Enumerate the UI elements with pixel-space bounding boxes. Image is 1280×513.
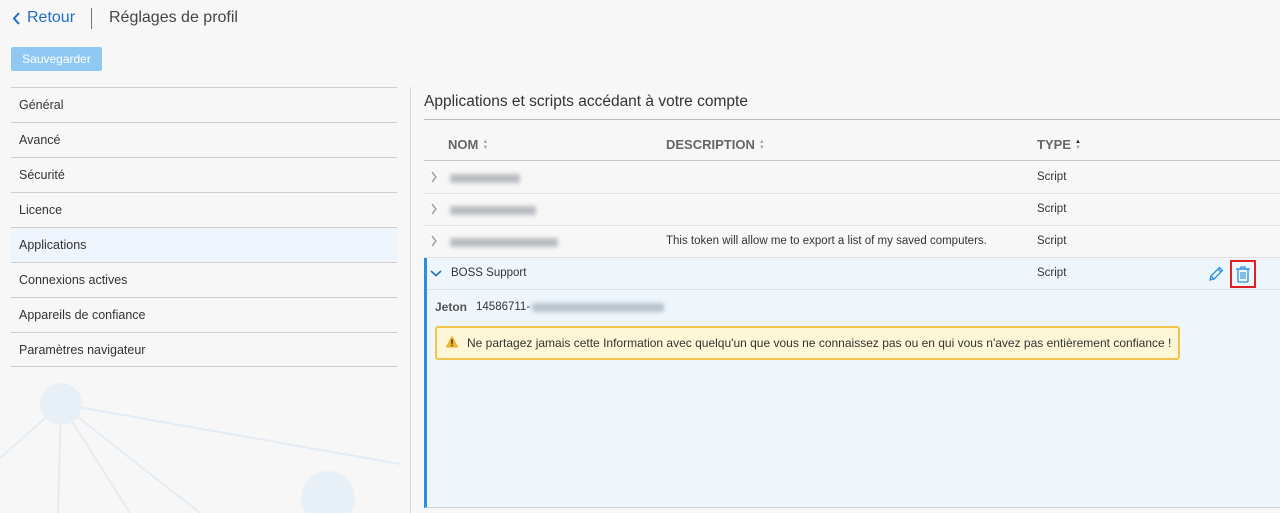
token-field: Jeton 14586711- xyxy=(435,300,665,314)
warning-banner: Ne partagez jamais cette Information ave… xyxy=(435,326,1180,360)
sidebar-item-browser-settings[interactable]: Paramètres navigateur xyxy=(11,332,397,367)
sidebar-item-license[interactable]: Licence xyxy=(11,192,397,227)
chevron-down-icon[interactable] xyxy=(430,268,442,280)
sort-icon: ▲ ▼ xyxy=(482,138,489,151)
back-link[interactable]: Retour xyxy=(12,9,75,27)
sidebar-item-applications[interactable]: Applications xyxy=(11,227,397,262)
sidebar-item-active-connections[interactable]: Connexions actives xyxy=(11,262,397,297)
warning-text: Ne partagez jamais cette Information ave… xyxy=(467,336,1172,350)
row-type: Script xyxy=(1037,235,1067,247)
chevron-right-icon[interactable] xyxy=(430,235,438,250)
column-name-label: NOM xyxy=(448,137,479,152)
trash-icon[interactable] xyxy=(1230,260,1256,288)
column-header-type[interactable]: TYPE ▲ ▼ xyxy=(1037,137,1081,152)
top-bar: Retour Réglages de profil xyxy=(0,0,1280,38)
column-description-label: DESCRIPTION xyxy=(666,137,755,152)
section-title: Applications et scripts accédant à votre… xyxy=(424,93,748,110)
expanded-row-name: BOSS Support xyxy=(451,267,527,279)
token-value: 14586711- xyxy=(476,301,531,313)
page-title: Réglages de profil xyxy=(109,9,238,26)
save-button[interactable]: Sauvegarder xyxy=(11,47,102,71)
expanded-row-panel: BOSS Support Script Jeton 14586711- Ne p… xyxy=(424,258,1280,508)
sidebar-item-trusted-devices[interactable]: Appareils de confiance xyxy=(11,297,397,332)
chevron-right-icon[interactable] xyxy=(430,171,438,186)
chevron-right-icon[interactable] xyxy=(430,203,438,218)
row-type: Script xyxy=(1037,203,1067,215)
sort-icon: ▲ ▼ xyxy=(758,138,765,151)
row-description: This token will allow me to export a lis… xyxy=(666,235,987,247)
content-separator xyxy=(410,87,411,513)
column-header-description[interactable]: DESCRIPTION ▲ ▼ xyxy=(666,137,765,152)
back-label: Retour xyxy=(27,9,76,26)
redacted-token xyxy=(532,302,665,312)
settings-sidebar: Général Avancé Sécurité Licence Applicat… xyxy=(11,87,397,367)
table-header: NOM ▲ ▼ DESCRIPTION ▲ ▼ TYPE ▲ ▼ xyxy=(424,128,1280,161)
sort-ascending-icon: ▲ ▼ xyxy=(1074,138,1081,151)
decorative-network-graphic xyxy=(0,383,400,513)
row-type: Script xyxy=(1037,171,1067,183)
redacted-app-name xyxy=(450,238,558,247)
sidebar-item-general[interactable]: Général xyxy=(11,87,397,122)
section-rule xyxy=(424,119,1280,120)
column-header-name[interactable]: NOM ▲ ▼ xyxy=(448,137,488,152)
sidebar-item-security[interactable]: Sécurité xyxy=(11,157,397,192)
warning-icon xyxy=(445,335,459,351)
table-row[interactable]: This token will allow me to export a lis… xyxy=(424,226,1280,258)
sidebar-item-advanced[interactable]: Avancé xyxy=(11,122,397,157)
redacted-app-name xyxy=(450,174,520,183)
table-row[interactable]: Script xyxy=(424,194,1280,226)
chevron-left-icon xyxy=(12,11,21,25)
expanded-row-type: Script xyxy=(1037,267,1067,279)
token-label: Jeton xyxy=(435,300,468,314)
expanded-row-header[interactable]: BOSS Support Script xyxy=(427,258,1280,290)
pencil-icon[interactable] xyxy=(1207,265,1225,286)
header-divider xyxy=(91,8,92,29)
column-type-label: TYPE xyxy=(1037,137,1071,152)
redacted-app-name xyxy=(450,206,536,215)
table-row[interactable]: Script xyxy=(424,162,1280,194)
